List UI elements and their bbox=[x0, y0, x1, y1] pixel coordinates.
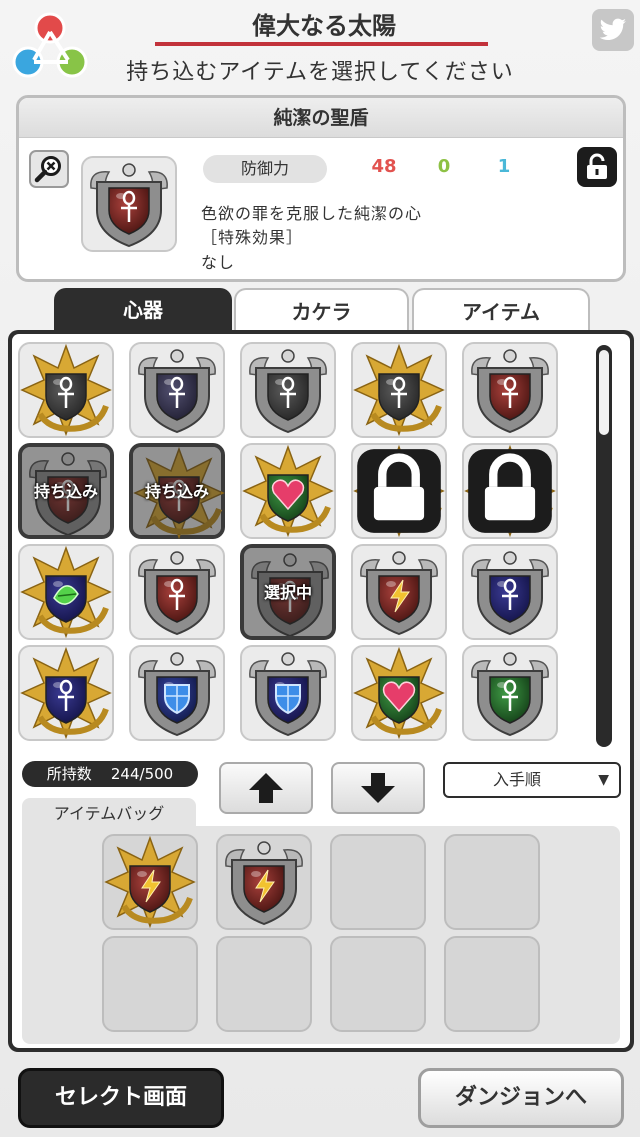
item-grid[interactable]: 持ち込み 持ち込み +3+3 選択中 bbox=[16, 340, 591, 752]
selected-item-thumbnail bbox=[81, 156, 177, 252]
item-name: 純潔の聖盾 bbox=[19, 98, 623, 138]
arrow-down-icon bbox=[361, 773, 395, 803]
stat-value-red: 48 bbox=[371, 156, 397, 177]
bag-slot-empty[interactable] bbox=[216, 936, 312, 1032]
inventory-slot[interactable] bbox=[462, 544, 558, 640]
twitter-share-button[interactable] bbox=[592, 9, 634, 51]
inventory-slot[interactable]: 選択中 bbox=[240, 544, 336, 640]
shinki-badge-icon bbox=[20, 344, 112, 436]
bag-slot-empty[interactable] bbox=[444, 936, 540, 1032]
slot-status-label: 持ち込み bbox=[33, 482, 98, 501]
go-to-dungeon-button[interactable]: ダンジョンへ bbox=[418, 1068, 624, 1128]
shinki-badge-icon bbox=[471, 551, 549, 636]
inventory-slot[interactable] bbox=[18, 645, 114, 741]
sort-order-value: 入手順 bbox=[493, 770, 542, 789]
inventory-slot[interactable]: +3 bbox=[351, 443, 447, 539]
bag-slot[interactable] bbox=[102, 834, 198, 930]
shinki-badge-icon bbox=[249, 349, 327, 434]
owned-count-value: 244/500 bbox=[110, 765, 174, 783]
inventory-slot[interactable] bbox=[129, 342, 225, 438]
inventory-slot[interactable] bbox=[351, 645, 447, 741]
slot-status-label: 選択中 bbox=[263, 583, 312, 602]
special-effect-value: なし bbox=[201, 253, 236, 272]
move-down-button[interactable] bbox=[331, 762, 425, 814]
arrow-up-icon bbox=[249, 773, 283, 803]
inventory-slot[interactable] bbox=[18, 544, 114, 640]
inventory-slot[interactable] bbox=[240, 342, 336, 438]
stat-value-blue: 1 bbox=[497, 156, 511, 177]
owned-count-label: 所持数 bbox=[46, 765, 92, 783]
shinki-badge-icon bbox=[225, 841, 303, 926]
shinki-badge-icon bbox=[20, 647, 112, 739]
item-bag bbox=[22, 826, 620, 1044]
inventory-slot[interactable] bbox=[18, 342, 114, 438]
stat-label: 防御力 bbox=[203, 155, 327, 183]
slot-status-label: 持ち込み bbox=[144, 482, 209, 501]
shinki-badge-icon bbox=[353, 647, 445, 739]
inventory-slot[interactable]: 持ち込み bbox=[129, 443, 225, 539]
scrollbar-thumb[interactable] bbox=[599, 350, 609, 435]
inventory-slot[interactable] bbox=[240, 645, 336, 741]
inventory-slot[interactable] bbox=[351, 544, 447, 640]
bag-slot[interactable] bbox=[216, 834, 312, 930]
tab-kakera[interactable]: カケラ bbox=[234, 288, 409, 332]
shinki-badge-icon bbox=[242, 445, 334, 537]
selected-item-icon bbox=[90, 163, 168, 248]
inventory-slot[interactable]: 持ち込み bbox=[18, 443, 114, 539]
dropdown-arrow-icon: ▼ bbox=[598, 772, 609, 788]
sort-order-select[interactable]: 入手順 ▼ bbox=[443, 762, 621, 798]
bag-slot-empty[interactable] bbox=[330, 834, 426, 930]
shinki-badge-icon bbox=[249, 652, 327, 737]
title-underline bbox=[155, 42, 488, 46]
shinki-badge-icon bbox=[471, 349, 549, 434]
inventory-slot[interactable] bbox=[129, 645, 225, 741]
shinki-badge-icon bbox=[360, 551, 438, 636]
special-effect-heading: ［特殊効果］ bbox=[201, 228, 304, 247]
inventory-slot[interactable] bbox=[462, 342, 558, 438]
inventory-slot[interactable] bbox=[240, 443, 336, 539]
owned-count-badge: 所持数 244/500 bbox=[22, 761, 198, 787]
tab-shinki[interactable]: 心器 bbox=[54, 288, 232, 332]
shinki-badge-icon bbox=[138, 652, 216, 737]
shinki-badge-icon bbox=[138, 349, 216, 434]
item-description: 色欲の罪を克服した純潔の心 bbox=[201, 204, 423, 223]
shinki-badge-icon bbox=[471, 652, 549, 737]
shinki-badge-icon bbox=[20, 546, 112, 638]
lock-icon bbox=[468, 449, 552, 533]
lock-toggle-button[interactable] bbox=[577, 147, 617, 187]
bag-slot-empty[interactable] bbox=[330, 936, 426, 1032]
instruction-text: 持ち込むアイテムを選択してください bbox=[126, 60, 514, 85]
app-logo bbox=[12, 10, 88, 82]
shinki-badge-icon bbox=[104, 836, 196, 928]
select-screen-button[interactable]: セレクト画面 bbox=[18, 1068, 224, 1128]
item-detail-card: 純潔の聖盾 防御力 48 0 1 色欲の罪を克服した純潔の心 ［特殊効果］ なし bbox=[16, 95, 626, 282]
move-up-button[interactable] bbox=[219, 762, 313, 814]
bag-slot-empty[interactable] bbox=[444, 834, 540, 930]
twitter-bird-icon bbox=[599, 18, 626, 40]
bag-slot-empty[interactable] bbox=[102, 936, 198, 1032]
unlock-icon bbox=[587, 153, 607, 179]
zoom-button[interactable] bbox=[29, 150, 69, 188]
shinki-badge-icon bbox=[138, 551, 216, 636]
inventory-slot[interactable] bbox=[351, 342, 447, 438]
inventory-slot[interactable]: +3 bbox=[462, 443, 558, 539]
inventory-slot[interactable] bbox=[129, 544, 225, 640]
tab-item[interactable]: アイテム bbox=[412, 288, 590, 332]
stat-value-green: 0 bbox=[437, 156, 451, 177]
inventory-slot[interactable] bbox=[462, 645, 558, 741]
magnifier-close-icon bbox=[34, 156, 61, 183]
lock-icon bbox=[357, 449, 441, 533]
dungeon-title: 偉大なる太陽 bbox=[252, 12, 396, 40]
shinki-badge-icon bbox=[353, 344, 445, 436]
